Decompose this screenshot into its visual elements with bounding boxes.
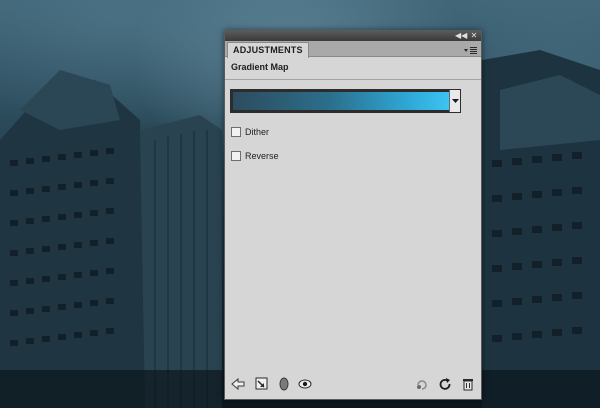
close-icon[interactable]: ✕: [468, 31, 480, 41]
view-previous-state-icon[interactable]: [415, 377, 429, 391]
panel-tabstrip: ADJUSTMENTS: [225, 41, 481, 58]
eye-icon[interactable]: [298, 377, 312, 391]
gradient-picker[interactable]: [230, 89, 461, 113]
gradient-preview[interactable]: [233, 92, 449, 110]
tab-adjustments[interactable]: ADJUSTMENTS: [227, 42, 309, 58]
panel-footer-toolbar: [225, 377, 481, 393]
panel-menu-icon[interactable]: [464, 43, 478, 55]
reverse-checkbox[interactable]: [231, 151, 241, 161]
divider: [225, 79, 481, 80]
collapse-icon[interactable]: ◀◀: [455, 31, 467, 41]
chevron-down-icon: [452, 99, 459, 103]
dither-checkbox[interactable]: [231, 127, 241, 137]
clip-to-layer-icon[interactable]: [255, 377, 269, 391]
reverse-label: Reverse: [245, 151, 279, 161]
adjustments-panel: ◀◀ ✕ ADJUSTMENTS Gradient Map Dither Rev…: [224, 30, 482, 400]
layer-visibility-circle-icon[interactable]: [277, 377, 291, 391]
trash-icon[interactable]: [461, 377, 475, 391]
panel-titlebar[interactable]: ◀◀ ✕: [225, 31, 481, 41]
reset-icon[interactable]: [438, 377, 452, 391]
adjustment-title: Gradient Map: [231, 62, 289, 72]
dither-label: Dither: [245, 127, 270, 137]
back-arrow-icon[interactable]: [231, 377, 245, 391]
gradient-dropdown-button[interactable]: [449, 90, 460, 112]
